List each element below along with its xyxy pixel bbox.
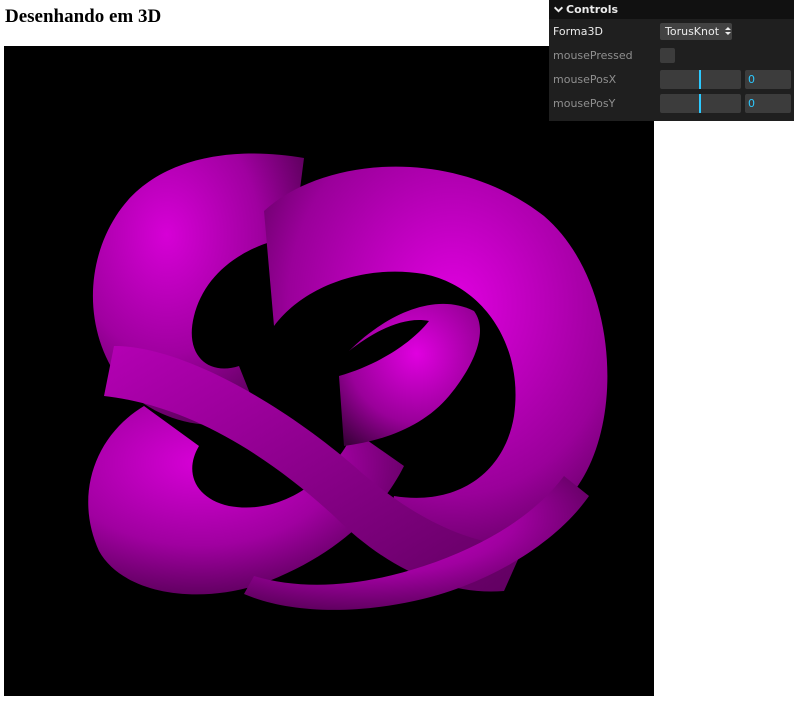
mousepressed-checkbox[interactable] <box>660 47 675 63</box>
control-label: mousePosX <box>553 72 617 86</box>
controls-title: Controls <box>566 3 619 16</box>
control-label: mousePressed <box>553 48 633 62</box>
select-value: TorusKnot <box>665 24 720 38</box>
control-label: Forma3D <box>553 24 603 38</box>
up-down-arrows-icon <box>725 27 732 35</box>
mouseposy-number-input[interactable]: 0 <box>745 93 791 113</box>
mouseposx-number-input[interactable]: 0 <box>745 69 791 89</box>
control-row-mousepressed: mousePressed <box>549 43 794 67</box>
control-row-mouseposy: mousePosY 0 <box>549 91 794 115</box>
controls-panel: Controls Forma3D TorusKnot mousePressed … <box>549 0 794 121</box>
forma3d-select[interactable]: TorusKnot <box>660 22 732 40</box>
torus-knot-shape <box>88 153 608 610</box>
control-label: mousePosY <box>553 96 616 110</box>
control-row-forma3d: Forma3D TorusKnot <box>549 19 794 43</box>
mouseposx-slider[interactable] <box>660 69 741 89</box>
chevron-down-icon <box>553 6 564 13</box>
control-row-mouseposx: mousePosX 0 <box>549 67 794 91</box>
controls-header[interactable]: Controls <box>549 0 794 19</box>
render-canvas[interactable] <box>4 46 654 696</box>
mouseposy-slider[interactable] <box>660 93 741 113</box>
slider-thumb[interactable] <box>699 93 701 113</box>
page-title: Desenhando em 3D <box>5 6 162 27</box>
slider-thumb[interactable] <box>699 69 701 89</box>
